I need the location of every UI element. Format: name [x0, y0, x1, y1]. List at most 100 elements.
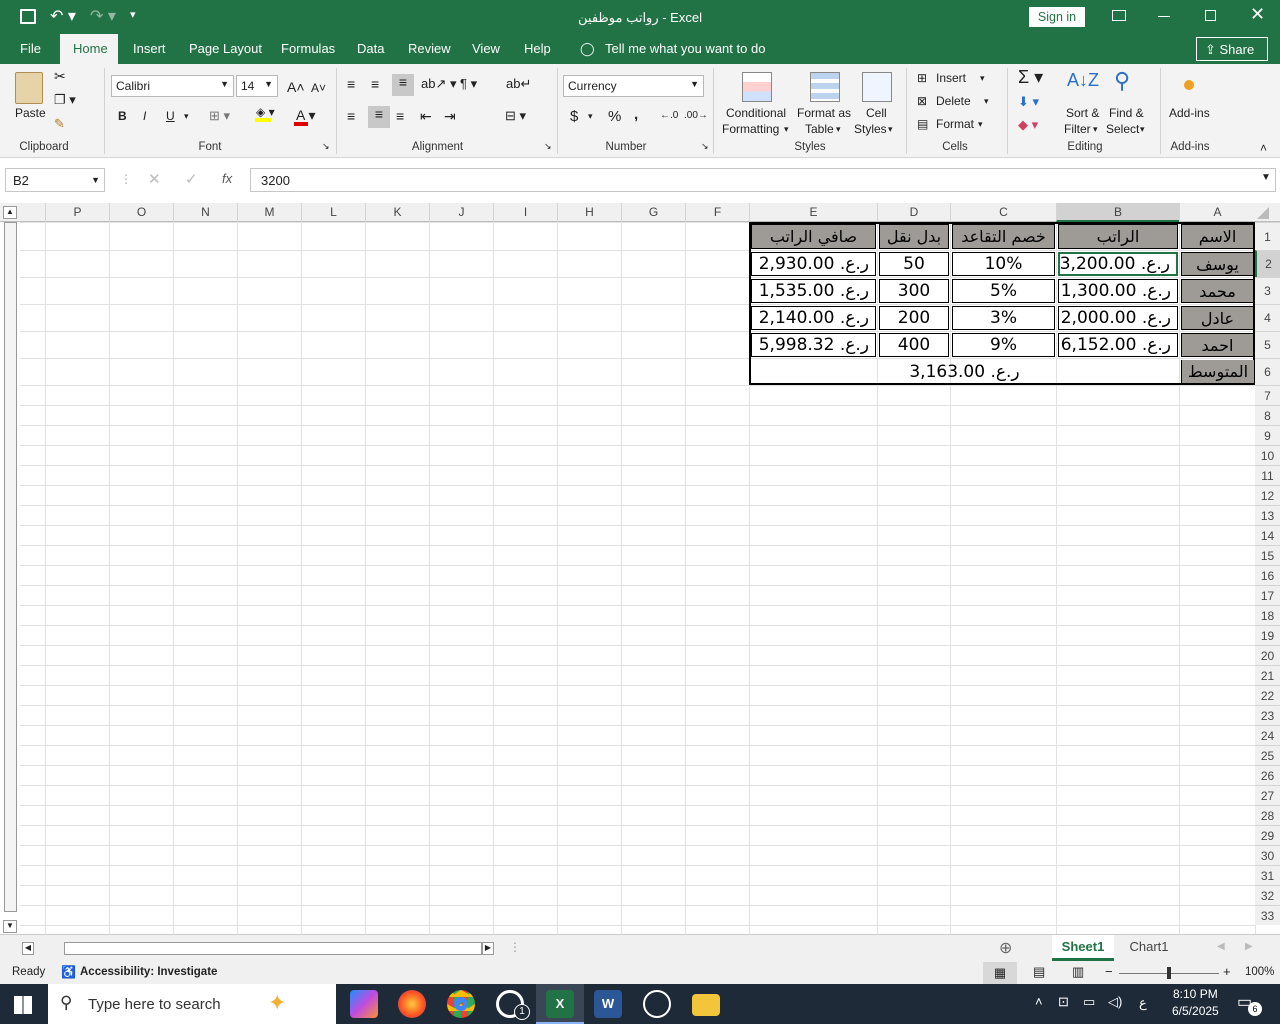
find-select-line2[interactable]: Select	[1106, 122, 1139, 136]
cancel-icon[interactable]: ✕	[148, 170, 161, 188]
row-header[interactable]: 7	[1255, 385, 1280, 405]
sheet-tab-chart1[interactable]: Chart1	[1120, 935, 1178, 961]
row-header[interactable]: 12	[1255, 485, 1280, 505]
input-language[interactable]: ع	[1139, 995, 1147, 1011]
column-header-N[interactable]: N	[173, 203, 237, 222]
table-cell-D[interactable]: 300	[879, 279, 949, 303]
chevron-down-icon[interactable]: ▾	[980, 73, 985, 84]
delete-cells-icon[interactable]: ⊠	[917, 94, 927, 108]
file-explorer-icon[interactable]	[692, 994, 720, 1016]
chevron-down-icon[interactable]: ▾	[184, 111, 189, 122]
hscroll-left-icon[interactable]: ◀	[22, 942, 34, 955]
format-as-table-line2[interactable]: Table	[805, 122, 834, 136]
sort-filter-line2[interactable]: Filter	[1064, 122, 1091, 136]
average-value-cell[interactable]: ر.ع. 3,163.00	[751, 360, 1178, 383]
enter-icon[interactable]: ✓	[185, 170, 198, 188]
chevron-down-icon[interactable]: ▾	[1093, 124, 1098, 135]
dialog-launcher-icon[interactable]: ↘	[322, 141, 330, 152]
prev-sheet-icon[interactable]: ◀	[1217, 941, 1225, 952]
fill-color-bucket-icon[interactable]: ◈ ▾	[256, 105, 275, 119]
table-cell-C[interactable]: 3%	[952, 306, 1055, 330]
row-header[interactable]: 25	[1255, 745, 1280, 765]
customize-qat-icon[interactable]: ▾	[130, 8, 136, 21]
format-cells-button[interactable]: Format	[936, 117, 974, 131]
chevron-down-icon[interactable]: ▾	[888, 124, 893, 135]
row-header[interactable]: 15	[1255, 545, 1280, 565]
table-cell-B[interactable]: ر.ع. 3,200.00	[1058, 252, 1178, 276]
scroll-down-icon[interactable]: ▼	[3, 920, 17, 933]
table-cell-D[interactable]: 200	[879, 306, 949, 330]
table-cell-D[interactable]: 400	[879, 333, 949, 357]
zoom-level[interactable]: 100%	[1245, 966, 1274, 978]
text-direction-icon[interactable]: ¶ ▾	[460, 76, 477, 92]
table-cell-C[interactable]: 9%	[952, 333, 1055, 357]
collapse-ribbon-icon[interactable]: ˄	[1260, 141, 1267, 155]
column-header-F[interactable]: F	[685, 203, 749, 222]
row-header[interactable]: 18	[1255, 605, 1280, 625]
addins-icon[interactable]	[1184, 80, 1194, 90]
row-header[interactable]: 22	[1255, 685, 1280, 705]
number-format-select[interactable]: Currency ▼	[563, 75, 704, 97]
row-header[interactable]: 19	[1255, 625, 1280, 645]
row-header[interactable]: 6	[1255, 358, 1280, 385]
cell-styles-line2[interactable]: Styles	[854, 122, 887, 136]
tab-view[interactable]: View	[472, 41, 500, 56]
format-cells-icon[interactable]: ▤	[917, 117, 928, 131]
row-header[interactable]: 30	[1255, 845, 1280, 865]
new-sheet-icon[interactable]: ⊕	[999, 938, 1012, 958]
table-cell-A[interactable]: يوسف	[1181, 252, 1254, 276]
delete-cells-button[interactable]: Delete	[936, 94, 971, 108]
bottom-align-icon[interactable]: ≡	[392, 74, 414, 96]
column-header-A[interactable]: A	[1179, 203, 1255, 222]
bold-button[interactable]: B	[118, 109, 127, 123]
top-align-icon[interactable]: ≡	[347, 76, 355, 92]
row-header[interactable]: 26	[1255, 765, 1280, 785]
cut-icon[interactable]: ✂	[54, 68, 66, 85]
decrease-indent-icon[interactable]: ⇤	[420, 108, 432, 125]
find-select-line1[interactable]: Find &	[1109, 106, 1144, 120]
row-header[interactable]: 5	[1255, 331, 1280, 358]
row-header[interactable]: 33	[1255, 905, 1280, 925]
row-header[interactable]: 14	[1255, 525, 1280, 545]
align-center-icon[interactable]: ≡	[368, 106, 390, 128]
hscroll-right-icon[interactable]: ▶	[482, 942, 494, 955]
horizontal-scrollbar[interactable]	[64, 942, 482, 955]
row-header[interactable]: 24	[1255, 725, 1280, 745]
chevron-down-icon[interactable]: ▾	[588, 111, 593, 122]
clear-icon[interactable]: ◆ ▾	[1018, 117, 1038, 133]
copilot-icon[interactable]	[350, 990, 378, 1018]
column-header-B[interactable]: B	[1056, 203, 1179, 222]
row-header[interactable]: 17	[1255, 585, 1280, 605]
chat-tray-icon[interactable]: ▭	[1083, 994, 1095, 1010]
vertical-scrollbar-up-icon[interactable]: ▲	[3, 206, 17, 219]
orientation-icon[interactable]: ab↗ ▾	[421, 76, 457, 92]
zoom-in-icon[interactable]: +	[1223, 964, 1231, 979]
name-box[interactable]: B2 ▼	[5, 168, 105, 192]
paste-button[interactable]: Paste	[15, 106, 46, 120]
dialog-launcher-icon[interactable]: ↘	[544, 141, 552, 152]
row-header[interactable]: 10	[1255, 445, 1280, 465]
tell-me-box[interactable]: Tell me what you want to do	[605, 41, 765, 56]
column-header-C[interactable]: C	[950, 203, 1056, 222]
table-header-B[interactable]: الراتب	[1058, 224, 1178, 249]
next-sheet-icon[interactable]: ▶	[1245, 941, 1253, 952]
italic-button[interactable]: I	[143, 109, 146, 123]
column-header-P[interactable]: P	[45, 203, 109, 222]
excel-icon[interactable]: X	[546, 990, 574, 1018]
grow-font-icon[interactable]: A˄	[287, 79, 305, 95]
find-select-icon[interactable]: ⚲	[1114, 68, 1130, 94]
column-header-J[interactable]: J	[429, 203, 493, 222]
vertical-scrollbar[interactable]	[4, 222, 17, 912]
column-header-G[interactable]: G	[621, 203, 685, 222]
tab-file[interactable]: File	[20, 41, 41, 56]
sheet-tab-sheet1[interactable]: Sheet1	[1052, 935, 1114, 961]
sort-filter-icon[interactable]: A↓Z	[1067, 70, 1099, 91]
row-header[interactable]: 23	[1255, 705, 1280, 725]
insert-function-icon[interactable]: fx	[222, 171, 232, 186]
font-size-select[interactable]: 14 ▼	[236, 75, 278, 97]
taskbar-time[interactable]: 8:10 PM	[1173, 987, 1218, 1001]
row-header[interactable]: 4	[1255, 304, 1280, 331]
taskbar-date[interactable]: 6/5/2025	[1172, 1004, 1219, 1018]
conditional-formatting-line1[interactable]: Conditional	[726, 106, 786, 120]
chatgpt-icon[interactable]	[643, 990, 671, 1018]
